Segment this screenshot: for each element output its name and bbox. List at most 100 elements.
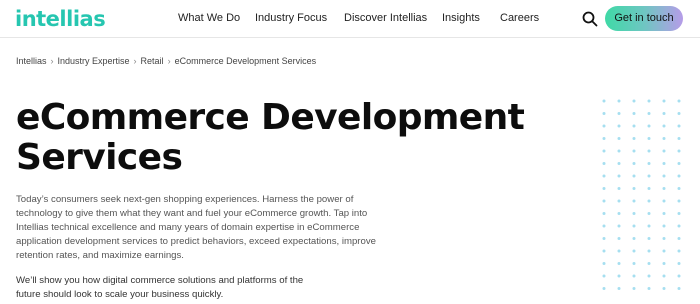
decorative-dot [602,124,606,128]
decorative-dot [632,112,636,115]
decorative-dot [617,262,621,265]
decorative-dot [602,112,606,115]
decorative-dot [647,287,651,290]
decorative-dot [677,149,681,153]
breadcrumb-separator-icon: › [133,56,137,66]
decorative-dot [617,112,621,115]
breadcrumb-item-industry-expertise[interactable]: Industry Expertise [58,56,130,66]
decorative-dot [632,212,636,215]
decorative-dot [677,287,681,290]
decorative-dot [617,137,621,140]
decorative-dot [647,199,651,203]
page-title-line-1: eCommerce Development [16,97,525,138]
decorative-dot [677,99,681,103]
decorative-dot [632,137,636,140]
decorative-dot [632,199,636,203]
decorative-dot [602,199,606,203]
page-title: eCommerce Development Services [16,98,576,178]
decorative-dot [632,174,636,178]
decorative-dot [602,187,606,190]
nav-insights[interactable]: Insights [442,12,480,24]
decorative-dot [632,149,636,153]
decorative-dot [662,174,666,178]
decorative-dot [677,174,681,178]
decorative-dot [617,212,621,215]
site-header: intellias What We Do Industry Focus Disc… [0,0,700,38]
page-title-line-2: Services [16,137,183,178]
nav-careers[interactable]: Careers [500,12,539,24]
decorative-dot [647,237,651,240]
decorative-dot [617,274,621,278]
decorative-dot [602,162,606,165]
get-in-touch-button[interactable]: Get in touch [605,6,683,31]
decorative-dot [662,137,666,140]
decorative-dot [677,237,681,240]
decorative-dot [602,99,606,103]
decorative-dot [632,124,636,128]
decorative-dot [677,212,681,215]
decorative-dot [602,287,606,290]
decorative-dot [602,137,606,140]
decorative-dot [662,274,666,278]
hero-description: Today’s consumers seek next-gen shopping… [16,194,376,261]
decorative-dot [647,162,651,165]
decorative-dot [602,237,606,240]
decorative-dot [632,162,636,165]
decorative-dot [647,262,651,265]
decorative-dot [617,124,621,128]
decorative-dot [662,112,666,115]
breadcrumb-separator-icon: › [167,56,171,66]
decorative-dot [632,187,636,190]
decorative-dot [602,212,606,215]
decorative-dot [677,112,681,115]
decorative-dot [677,224,681,228]
decorative-dot [677,124,681,128]
decorative-dot [632,99,636,103]
decorative-dot [602,249,606,253]
breadcrumb-item-current: eCommerce Development Services [174,56,317,66]
breadcrumb-separator-icon: › [50,56,54,66]
decorative-dot [617,99,621,103]
decorative-dot [632,274,636,278]
decorative-dot [647,187,651,190]
decorative-dot [617,249,621,253]
decorative-dot [632,224,636,228]
decorative-dot [647,99,651,103]
breadcrumb-item-retail[interactable]: Retail [141,56,164,66]
nav-discover-intellias[interactable]: Discover Intellias [344,12,427,24]
decorative-dot [662,287,666,290]
nav-industry-focus[interactable]: Industry Focus [255,12,327,24]
nav-what-we-do[interactable]: What We Do [178,12,240,24]
decorative-dot [677,199,681,203]
decorative-dot [647,149,651,153]
breadcrumb-item-intellias[interactable]: Intellias [16,56,47,66]
decorative-dot [647,174,651,178]
search-icon [582,11,598,27]
decorative-dot [632,262,636,265]
decorative-dot [647,124,651,128]
decorative-dot [647,137,651,140]
decorative-dot [602,149,606,153]
decorative-dot [617,174,621,178]
decorative-dot [602,274,606,278]
decorative-dot [662,149,666,153]
decorative-dot [602,262,606,265]
decorative-dot [647,112,651,115]
decorative-dot [677,162,681,165]
decorative-dot [617,224,621,228]
hero-description-secondary: We’ll show you how digital commerce solu… [16,275,304,300]
decorative-dot [647,212,651,215]
search-button[interactable] [580,9,600,29]
decorative-dot [617,237,621,240]
decorative-dot [662,162,666,165]
decorative-dot [632,287,636,290]
decorative-dot [647,224,651,228]
breadcrumb: Intellias › Industry Expertise › Retail › eCom… [16,56,316,66]
decorative-dot [662,99,666,103]
decorative-dot [662,249,666,253]
decorative-dot [617,162,621,165]
decorative-dot [632,237,636,240]
decorative-dot [677,137,681,140]
intellias-logo[interactable]: intellias [15,7,106,31]
decorative-dot [677,274,681,278]
